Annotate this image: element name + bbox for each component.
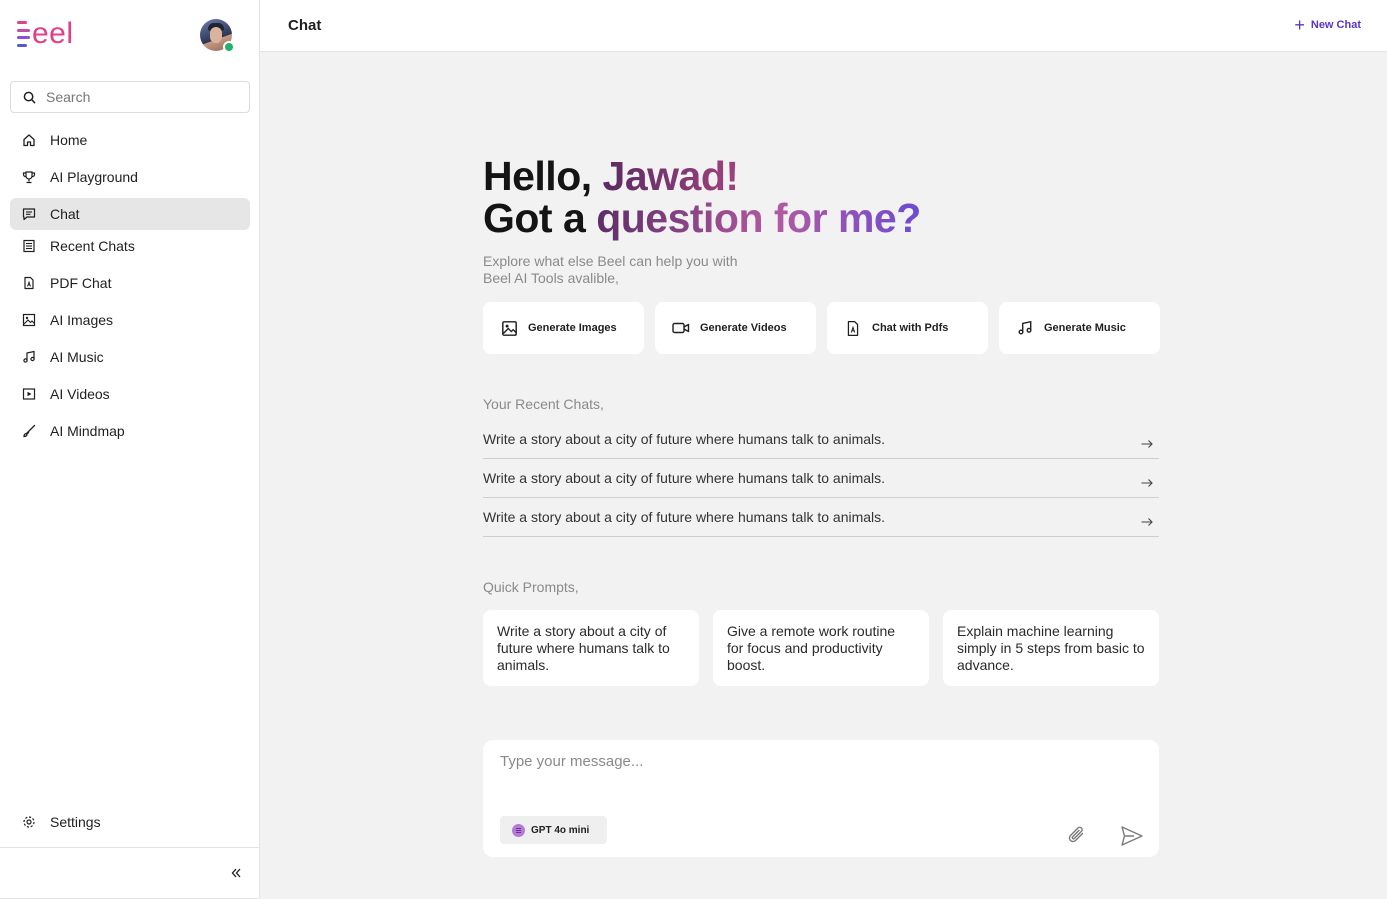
- search-box: [10, 81, 250, 113]
- tool-label: Generate Videos: [700, 322, 787, 334]
- quick-prompt-card[interactable]: Write a story about a city of future whe…: [483, 610, 699, 686]
- pdf-icon: [843, 319, 863, 337]
- quick-prompt-card[interactable]: Explain machine learning simply in 5 ste…: [943, 610, 1159, 686]
- music-icon: [22, 350, 36, 364]
- recent-chat-text: Write a story about a city of future whe…: [483, 509, 886, 525]
- pdf-icon: [22, 276, 36, 290]
- sidebar-item-settings[interactable]: Settings: [10, 806, 250, 838]
- chat-icon: [22, 207, 36, 221]
- recent-chat-row[interactable]: Write a story about a city of future whe…: [483, 420, 1159, 459]
- greeting-subtitle: Explore what else Beel can help you with…: [483, 253, 738, 286]
- generate-videos-card[interactable]: Generate Videos: [655, 302, 816, 354]
- sidebar-item-ai-mindmap[interactable]: AI Mindmap: [10, 415, 250, 447]
- quick-prompt-card[interactable]: Give a remote work routine for focus and…: [713, 610, 929, 686]
- app-logo[interactable]: eel: [17, 18, 74, 50]
- sidebar-item-ai-videos[interactable]: AI Videos: [10, 378, 250, 410]
- recent-chat-text: Write a story about a city of future whe…: [483, 470, 886, 486]
- sidebar-item-home[interactable]: Home: [10, 124, 250, 156]
- search-icon: [23, 91, 36, 104]
- sidebar-item-label: PDF Chat: [50, 275, 112, 291]
- greeting-question: question for me?: [596, 195, 921, 241]
- page-title: Chat: [288, 17, 322, 34]
- model-selector[interactable]: GPT 4o mini: [500, 816, 607, 844]
- image-icon: [499, 319, 519, 337]
- sidebar-item-ai-images[interactable]: AI Images: [10, 304, 250, 336]
- recent-chats-heading: Your Recent Chats,: [483, 396, 604, 412]
- tool-cards: Generate Images Generate Videos Chat wit…: [483, 302, 1160, 354]
- recent-chat-row[interactable]: Write a story about a city of future whe…: [483, 459, 1159, 498]
- recent-chat-row[interactable]: Write a story about a city of future whe…: [483, 498, 1159, 537]
- tool-label: Chat with Pdfs: [872, 322, 949, 334]
- model-icon: [512, 823, 525, 837]
- search-input[interactable]: [46, 89, 236, 105]
- greeting-hello: Hello,: [483, 153, 603, 199]
- sidebar-item-recent-chats[interactable]: Recent Chats: [10, 230, 250, 262]
- sidebar-item-pdf-chat[interactable]: PDF Chat: [10, 267, 250, 299]
- recent-chats-list: Write a story about a city of future whe…: [483, 420, 1159, 537]
- model-label: GPT 4o mini: [531, 824, 590, 836]
- sidebar-item-label: AI Music: [50, 349, 104, 365]
- sidebar-item-label: Chat: [50, 206, 80, 222]
- brush-icon: [22, 424, 36, 438]
- generate-music-card[interactable]: Generate Music: [999, 302, 1160, 354]
- sidebar-item-label: AI Videos: [50, 386, 110, 402]
- sidebar-item-label: Recent Chats: [50, 238, 135, 254]
- avatar[interactable]: [200, 19, 235, 53]
- image-icon: [22, 313, 36, 327]
- tool-label: Generate Music: [1044, 322, 1126, 334]
- message-input[interactable]: [500, 753, 1140, 783]
- sidebar-footer: [0, 847, 260, 899]
- double-chevron-left-icon: [231, 868, 241, 878]
- sidebar: eel Home AI Playground Chat Recent Chats…: [0, 0, 260, 899]
- new-chat-label: New Chat: [1310, 19, 1361, 31]
- greeting-got: Got a: [483, 195, 597, 241]
- chat-home: Hello, Jawad! Got a question for me? Exp…: [483, 155, 1160, 686]
- logo-mark-icon: [17, 21, 31, 47]
- recent-chat-text: Write a story about a city of future whe…: [483, 431, 886, 447]
- sidebar-item-label: Settings: [50, 814, 101, 830]
- sidebar-item-label: Home: [50, 132, 88, 148]
- generate-images-card[interactable]: Generate Images: [483, 302, 644, 354]
- tool-label: Generate Images: [528, 322, 617, 334]
- collapse-sidebar-button[interactable]: [228, 865, 244, 881]
- send-icon[interactable]: [1120, 824, 1144, 848]
- sidebar-item-label: AI Mindmap: [50, 423, 125, 439]
- arrow-right-icon: [1141, 440, 1153, 448]
- logo-text: eel: [32, 17, 74, 50]
- greeting-name: Jawad!: [602, 153, 740, 199]
- top-bar: Chat + New Chat: [260, 0, 1387, 52]
- video-icon: [22, 387, 36, 401]
- sidebar-item-ai-music[interactable]: AI Music: [10, 341, 250, 373]
- paperclip-icon[interactable]: [1066, 824, 1088, 846]
- list-icon: [22, 239, 36, 253]
- online-status-dot: [223, 41, 235, 53]
- sidebar-item-chat[interactable]: Chat: [10, 198, 250, 230]
- message-composer: GPT 4o mini: [483, 740, 1159, 857]
- gear-icon: [22, 815, 36, 829]
- sidebar-item-ai-playground[interactable]: AI Playground: [10, 161, 250, 193]
- quick-prompts-heading: Quick Prompts,: [483, 579, 579, 595]
- video-camera-icon: [671, 319, 691, 337]
- chat-with-pdfs-card[interactable]: Chat with Pdfs: [827, 302, 988, 354]
- new-chat-button[interactable]: + New Chat: [1294, 15, 1361, 35]
- quick-prompts: Write a story about a city of future whe…: [483, 610, 1159, 686]
- sidebar-item-label: AI Playground: [50, 169, 138, 185]
- home-icon: [22, 133, 36, 147]
- greeting-heading: Hello, Jawad! Got a question for me?: [483, 155, 1159, 239]
- music-icon: [1015, 319, 1035, 337]
- plus-icon: +: [1294, 15, 1305, 35]
- sidebar-item-label: AI Images: [50, 312, 114, 328]
- arrow-right-icon: [1141, 479, 1153, 487]
- arrow-right-icon: [1141, 518, 1153, 526]
- trophy-icon: [22, 170, 36, 184]
